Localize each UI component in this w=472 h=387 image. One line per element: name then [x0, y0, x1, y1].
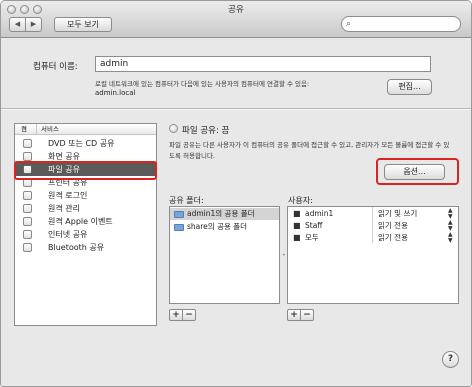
service-status: 파일 공유: 끔	[182, 126, 230, 136]
everyone-icon: ■	[293, 233, 301, 242]
service-checkbox[interactable]	[23, 191, 32, 200]
search-field[interactable]: ⌕	[341, 16, 461, 32]
remove-user-button[interactable]: −	[300, 309, 314, 321]
user-row[interactable]: ■ Staff 읽기 전용 ▲ ▼	[288, 220, 458, 232]
user-permission-popup[interactable]: 읽기 전용	[378, 232, 408, 244]
service-checkbox[interactable]	[23, 152, 32, 161]
back-icon: ◀	[14, 20, 21, 28]
shared-folders-label: 공유 폴더:	[169, 196, 204, 205]
shared-folders-list: admin1의 공용 폴더 share의 공용 폴더	[169, 206, 280, 304]
splitter-handle-icon[interactable]: •	[282, 252, 286, 259]
show-all-button[interactable]: 모두 보기	[54, 17, 112, 32]
add-user-button[interactable]: +	[287, 309, 301, 321]
highlight-options-button	[376, 158, 459, 185]
shared-folder-label: admin1의 공용 폴더	[187, 209, 255, 218]
folder-icon	[174, 224, 184, 231]
service-item-internet-sharing[interactable]: 인터넷 공유	[15, 228, 156, 241]
back-button[interactable]: ◀	[9, 17, 26, 32]
service-list-header: 켬 서비스	[15, 124, 156, 135]
computer-name-label: 컴퓨터 이름:	[33, 62, 78, 72]
forward-icon: ▶	[30, 20, 37, 28]
user-permission-popup[interactable]: 읽기 및 쓰기	[378, 208, 417, 220]
column-header-on[interactable]: 켬	[21, 124, 27, 134]
folder-icon	[174, 211, 184, 218]
service-item-remote-management[interactable]: 원격 관리	[15, 202, 156, 215]
service-label: 원격 Apple 이벤트	[48, 217, 113, 226]
user-row[interactable]: ■ 모두 읽기 전용 ▲ ▼	[288, 232, 458, 244]
users-list: ■ admin1 읽기 및 쓰기 ▲ ▼ ■ Staff 읽기 전용 ▲ ▼ ■ 모…	[287, 206, 459, 304]
section-divider-highlight	[1, 109, 471, 110]
status-indicator-icon	[169, 124, 178, 133]
service-item-bluetooth-sharing[interactable]: Bluetooth 공유	[15, 241, 156, 254]
service-label: Bluetooth 공유	[48, 243, 105, 252]
user-row[interactable]: ■ admin1 읽기 및 쓰기 ▲ ▼	[288, 208, 458, 220]
local-network-description: 로컬 네트워크에 있는 컴퓨터가 다음에 있는 사용자의 컴퓨터에 연결할 수 …	[95, 80, 310, 88]
service-label: 원격 관리	[48, 204, 80, 213]
search-icon: ⌕	[346, 19, 352, 29]
user-name: 모두	[305, 233, 319, 242]
service-label: 원격 로그인	[48, 191, 88, 200]
sharing-window: 공유 ◀ ▶ 모두 보기 ⌕ 컴퓨터 이름: admin 로컬 네트워크에 있는…	[0, 0, 472, 387]
add-folder-button[interactable]: +	[169, 309, 183, 321]
popup-arrows-icon[interactable]: ▲ ▼	[448, 232, 453, 244]
user-icon: ■	[293, 209, 301, 218]
local-hostname: admin.local	[95, 89, 136, 97]
shared-folder-item[interactable]: share의 공용 폴더	[170, 221, 279, 233]
service-checkbox[interactable]	[23, 217, 32, 226]
service-label: 인터넷 공유	[48, 230, 88, 239]
service-checkbox[interactable]	[23, 139, 32, 148]
service-checkbox[interactable]	[23, 230, 32, 239]
user-name: admin1	[305, 209, 334, 218]
computer-name-input[interactable]: admin	[95, 56, 431, 72]
service-checkbox[interactable]	[23, 243, 32, 252]
service-item-dvd-cd-sharing[interactable]: DVD 또는 CD 공유	[15, 137, 156, 150]
service-list: 켬 서비스 DVD 또는 CD 공유 화면 공유 파일 공유 프린터 공유 원격…	[14, 123, 157, 326]
shared-folder-label: share의 공용 폴더	[187, 222, 248, 231]
service-label: DVD 또는 CD 공유	[48, 139, 115, 148]
shared-folder-item[interactable]: admin1의 공용 폴더	[170, 208, 279, 220]
edit-button[interactable]: 편집...	[387, 79, 432, 95]
user-name: Staff	[305, 221, 323, 230]
window-title: 공유	[228, 5, 244, 15]
service-item-remote-login[interactable]: 원격 로그인	[15, 189, 156, 202]
users-label: 사용자:	[288, 196, 313, 205]
remove-folder-button[interactable]: −	[182, 309, 196, 321]
user-permission-popup[interactable]: 읽기 전용	[378, 220, 408, 232]
service-item-remote-apple-events[interactable]: 원격 Apple 이벤트	[15, 215, 156, 228]
title-bar: 공유 ◀ ▶ 모두 보기 ⌕	[1, 1, 471, 38]
group-icon: ■	[293, 221, 301, 230]
help-button[interactable]: ?	[442, 351, 459, 368]
service-checkbox[interactable]	[23, 204, 32, 213]
highlight-file-sharing	[14, 161, 157, 180]
forward-button[interactable]: ▶	[25, 17, 42, 32]
column-header-service[interactable]: 서비스	[36, 124, 59, 134]
